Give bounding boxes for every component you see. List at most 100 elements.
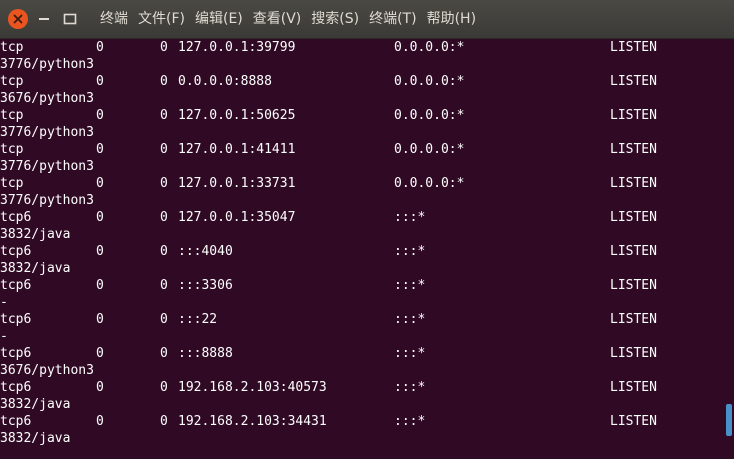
proto-cell: tcp bbox=[0, 40, 24, 55]
foreign-address-cell: 0.0.0.0:* bbox=[394, 74, 465, 89]
program-cell: - bbox=[0, 295, 8, 310]
state-cell: LISTEN bbox=[610, 142, 657, 157]
send-q-cell: 0 bbox=[160, 40, 168, 55]
local-address-cell: 127.0.0.1:35047 bbox=[178, 210, 296, 225]
recv-q-cell: 0 bbox=[96, 108, 104, 123]
table-row: tcp 0 0 127.0.0.1:39799 0.0.0.0:* LISTEN 3776/… bbox=[0, 39, 724, 73]
local-address-cell: :::4040 bbox=[178, 244, 233, 259]
program-cell: 3676/python3 bbox=[0, 363, 94, 378]
send-q-cell: 0 bbox=[160, 278, 168, 293]
local-address-cell: 192.168.2.103:40573 bbox=[178, 380, 327, 395]
menu-item[interactable]: 终端(T) bbox=[369, 0, 416, 38]
table-row: tcp6 0 0:::4040:::* LISTEN3832/java bbox=[0, 243, 724, 277]
table-row: tcp 0 0 0.0.0.0:8888 0.0.0.0:* LISTEN 3676/pyt… bbox=[0, 73, 724, 107]
menu-item[interactable]: 查看(V) bbox=[253, 0, 302, 38]
local-address-cell: 127.0.0.1:41411 bbox=[178, 142, 296, 157]
program-cell: - bbox=[0, 329, 8, 344]
menu-item[interactable]: 帮助(H) bbox=[427, 0, 476, 38]
menu-item[interactable]: 终端 bbox=[100, 0, 128, 38]
send-q-cell: 0 bbox=[160, 176, 168, 191]
terminal-window: 终端 文件(F) 编辑(E) 查看(V) 搜索(S) 终端(T) 帮助(H) tcp 0 0 12… bbox=[0, 0, 734, 459]
scrollbar-thumb[interactable] bbox=[726, 404, 732, 436]
state-cell: LISTEN bbox=[610, 210, 657, 225]
menu-item[interactable]: 编辑(E) bbox=[195, 0, 243, 38]
local-address-cell: :::3306 bbox=[178, 278, 233, 293]
foreign-address-cell: :::* bbox=[394, 380, 426, 395]
state-cell: LISTEN bbox=[610, 346, 657, 361]
program-cell: 3776/python3 bbox=[0, 193, 94, 208]
recv-q-cell: 0 bbox=[96, 74, 104, 89]
table-row: tcp 0 0 127.0.0.1:50625 0.0.0.0:* LISTEN 3776/… bbox=[0, 107, 724, 141]
scrollbar[interactable] bbox=[724, 39, 734, 459]
foreign-address-cell: :::* bbox=[394, 346, 426, 361]
recv-q-cell: 0 bbox=[96, 176, 104, 191]
foreign-address-cell: 0.0.0.0:* bbox=[394, 40, 465, 55]
menu-item[interactable]: 文件(F) bbox=[138, 0, 185, 38]
send-q-cell: 0 bbox=[160, 210, 168, 225]
program-cell: 3676/python3 bbox=[0, 91, 94, 106]
program-cell: 3776/python3 bbox=[0, 159, 94, 174]
local-address-cell: 127.0.0.1:50625 bbox=[178, 108, 296, 123]
program-cell: 3832/java bbox=[0, 261, 71, 276]
local-address-cell: :::8888 bbox=[178, 346, 233, 361]
table-row: tcp6 0 0:::3306:::* LISTEN- bbox=[0, 277, 724, 311]
state-cell: LISTEN bbox=[610, 380, 657, 395]
recv-q-cell: 0 bbox=[96, 346, 104, 361]
close-button[interactable] bbox=[8, 9, 28, 29]
local-address-cell: :::22 bbox=[178, 312, 218, 327]
recv-q-cell: 0 bbox=[96, 414, 104, 429]
proto-cell: tcp6 bbox=[0, 346, 32, 361]
recv-q-cell: 0 bbox=[96, 142, 104, 157]
maximize-icon bbox=[63, 13, 77, 25]
proto-cell: tcp bbox=[0, 176, 24, 191]
proto-cell: tcp6 bbox=[0, 380, 32, 395]
recv-q-cell: 0 bbox=[96, 40, 104, 55]
state-cell: LISTEN bbox=[610, 74, 657, 89]
title-bar: 终端 文件(F) 编辑(E) 查看(V) 搜索(S) 终端(T) 帮助(H) bbox=[0, 0, 734, 39]
foreign-address-cell: :::* bbox=[394, 244, 426, 259]
recv-q-cell: 0 bbox=[96, 380, 104, 395]
terminal-output[interactable]: tcp 0 0 127.0.0.1:39799 0.0.0.0:* LISTEN 3776/… bbox=[0, 39, 724, 459]
foreign-address-cell: 0.0.0.0:* bbox=[394, 142, 465, 157]
program-cell: 3776/python3 bbox=[0, 57, 94, 72]
local-address-cell: 192.168.2.103:34431 bbox=[178, 414, 327, 429]
state-cell: LISTEN bbox=[610, 414, 657, 429]
table-row: tcp 0 0 127.0.0.1:41411 0.0.0.0:* LISTEN 3776/… bbox=[0, 141, 724, 175]
foreign-address-cell: :::* bbox=[394, 210, 426, 225]
state-cell: LISTEN bbox=[610, 278, 657, 293]
recv-q-cell: 0 bbox=[96, 312, 104, 327]
proto-cell: tcp bbox=[0, 108, 24, 123]
send-q-cell: 0 bbox=[160, 244, 168, 259]
program-cell: 3776/python3 bbox=[0, 125, 94, 140]
state-cell: LISTEN bbox=[610, 40, 657, 55]
maximize-button[interactable] bbox=[60, 9, 80, 29]
proto-cell: tcp6 bbox=[0, 244, 32, 259]
proto-cell: tcp bbox=[0, 142, 24, 157]
recv-q-cell: 0 bbox=[96, 278, 104, 293]
program-cell: 3832/java bbox=[0, 397, 71, 412]
local-address-cell: 127.0.0.1:39799 bbox=[178, 40, 296, 55]
foreign-address-cell: :::* bbox=[394, 278, 426, 293]
program-cell: 3832/java bbox=[0, 227, 71, 242]
table-row: tcp6 0 0:::22:::* LISTEN - bbox=[0, 311, 724, 345]
menu-item[interactable]: 搜索(S) bbox=[311, 0, 359, 38]
state-cell: LISTEN bbox=[610, 244, 657, 259]
send-q-cell: 0 bbox=[160, 74, 168, 89]
minimize-button[interactable] bbox=[34, 9, 54, 29]
proto-cell: tcp6 bbox=[0, 278, 32, 293]
proto-cell: tcp6 bbox=[0, 210, 32, 225]
proto-cell: tcp6 bbox=[0, 414, 32, 429]
proto-cell: tcp6 bbox=[0, 312, 32, 327]
close-icon bbox=[13, 14, 23, 24]
foreign-address-cell: :::* bbox=[394, 312, 426, 327]
send-q-cell: 0 bbox=[160, 380, 168, 395]
state-cell: LISTEN bbox=[610, 312, 657, 327]
table-row: tcp6 0 0 192.168.2.103:40573:::* LISTEN3832/… bbox=[0, 379, 724, 413]
menu-bar: 终端 文件(F) 编辑(E) 查看(V) 搜索(S) 终端(T) 帮助(H) bbox=[100, 0, 486, 38]
recv-q-cell: 0 bbox=[96, 210, 104, 225]
state-cell: LISTEN bbox=[610, 176, 657, 191]
foreign-address-cell: :::* bbox=[394, 414, 426, 429]
proto-cell: tcp bbox=[0, 74, 24, 89]
recv-q-cell: 0 bbox=[96, 244, 104, 259]
foreign-address-cell: 0.0.0.0:* bbox=[394, 108, 465, 123]
